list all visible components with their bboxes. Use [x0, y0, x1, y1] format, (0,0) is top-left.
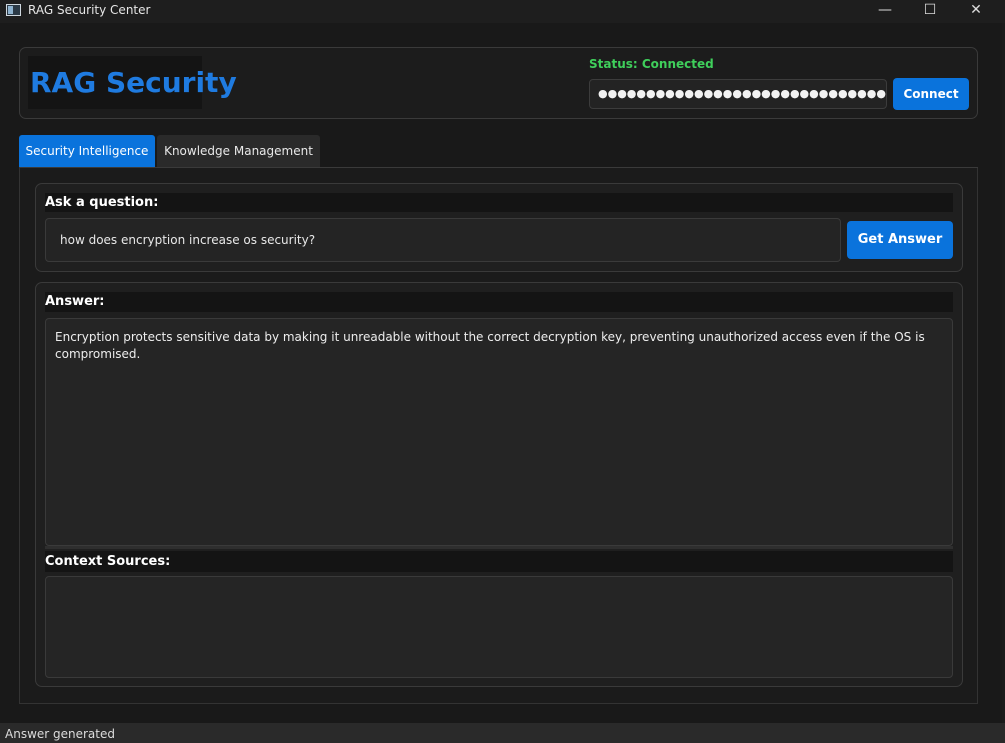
api-key-field[interactable]: ●●●●●●●●●●●●●●●●●●●●●●●●●●●●●●●●●●●●●●● [589, 79, 887, 109]
close-button[interactable]: ✕ [953, 0, 999, 23]
get-answer-button[interactable]: Get Answer [847, 221, 953, 259]
title-bar: RAG Security Center — ☐ ✕ [0, 0, 1005, 23]
status-bar-message: Answer generated [5, 727, 115, 741]
maximize-button[interactable]: ☐ [907, 0, 953, 23]
close-icon: ✕ [970, 2, 982, 18]
app-window-icon [6, 4, 21, 16]
minimize-icon: — [878, 2, 892, 18]
context-sources-area[interactable] [45, 576, 953, 678]
question-input[interactable]: how does encryption increase os security… [45, 218, 841, 262]
answer-label: Answer: [45, 292, 953, 312]
main-panel: RAG Security Status: Connected ●●●●●●●●●… [0, 23, 1002, 723]
answer-text-area[interactable]: Encryption protects sensitive data by ma… [45, 318, 953, 546]
question-label: Ask a question: [45, 193, 953, 212]
connection-status: Status: Connected [589, 57, 714, 71]
window-title: RAG Security Center [28, 3, 151, 17]
connect-button[interactable]: Connect [893, 78, 969, 110]
status-bar: Answer generated [0, 723, 1005, 743]
maximize-icon: ☐ [923, 2, 937, 18]
app-logo: RAG Security [28, 56, 237, 109]
splitter-handle[interactable] [45, 546, 953, 549]
context-sources-label: Context Sources: [45, 551, 953, 572]
minimize-button[interactable]: — [862, 0, 908, 23]
tab-knowledge-management[interactable]: Knowledge Management [157, 135, 320, 167]
tab-security-intelligence[interactable]: Security Intelligence [19, 135, 155, 167]
